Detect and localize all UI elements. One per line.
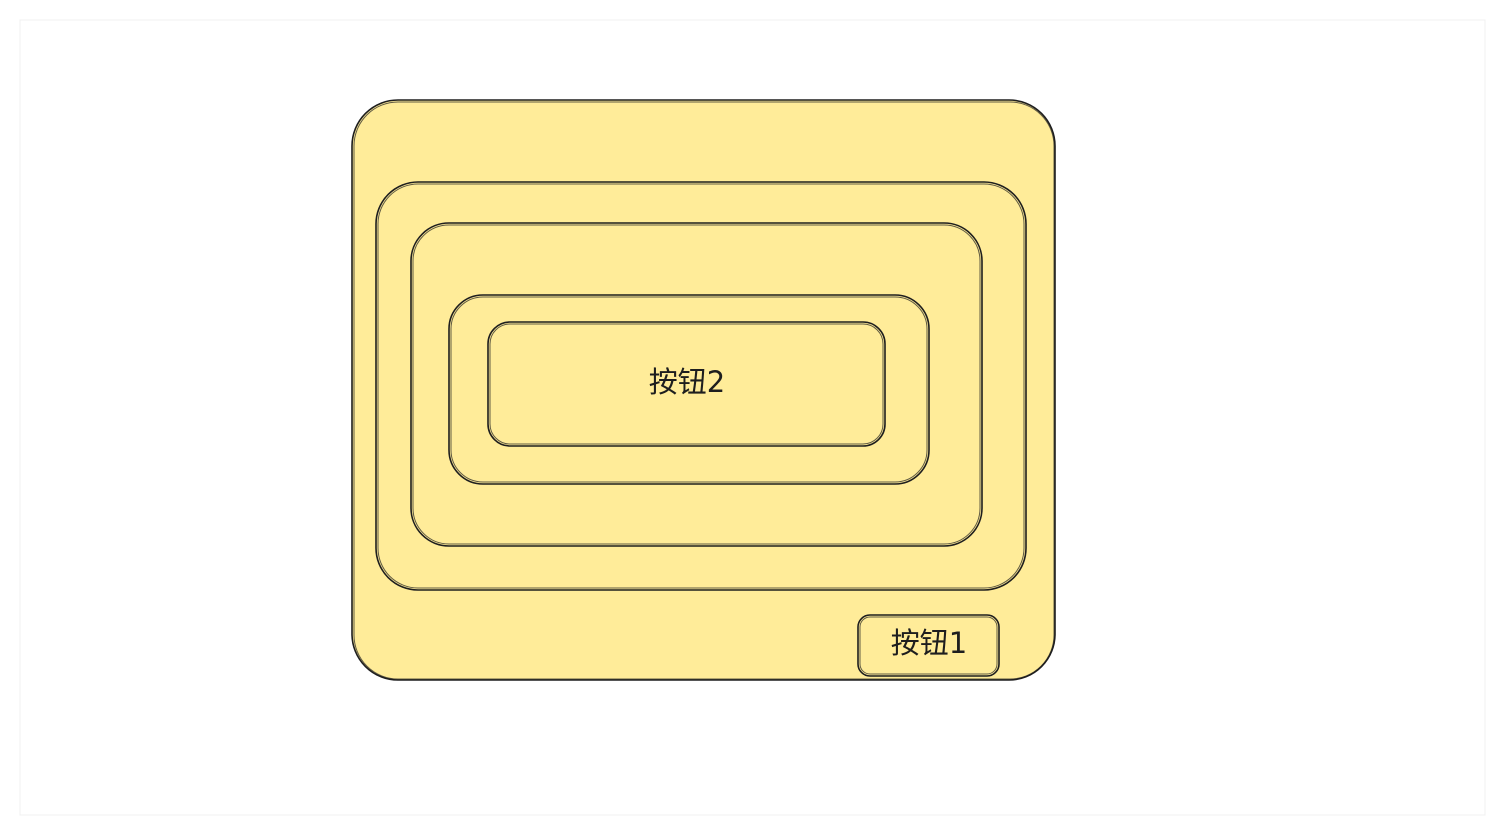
button-2-label: 按钮2 [649, 365, 725, 399]
button-2[interactable]: 按钮2 [487, 321, 886, 447]
button-1-label: 按钮1 [891, 626, 967, 660]
diagram-canvas: 按钮2 按钮1 [19, 19, 1486, 816]
button-1[interactable]: 按钮1 [857, 614, 1000, 677]
